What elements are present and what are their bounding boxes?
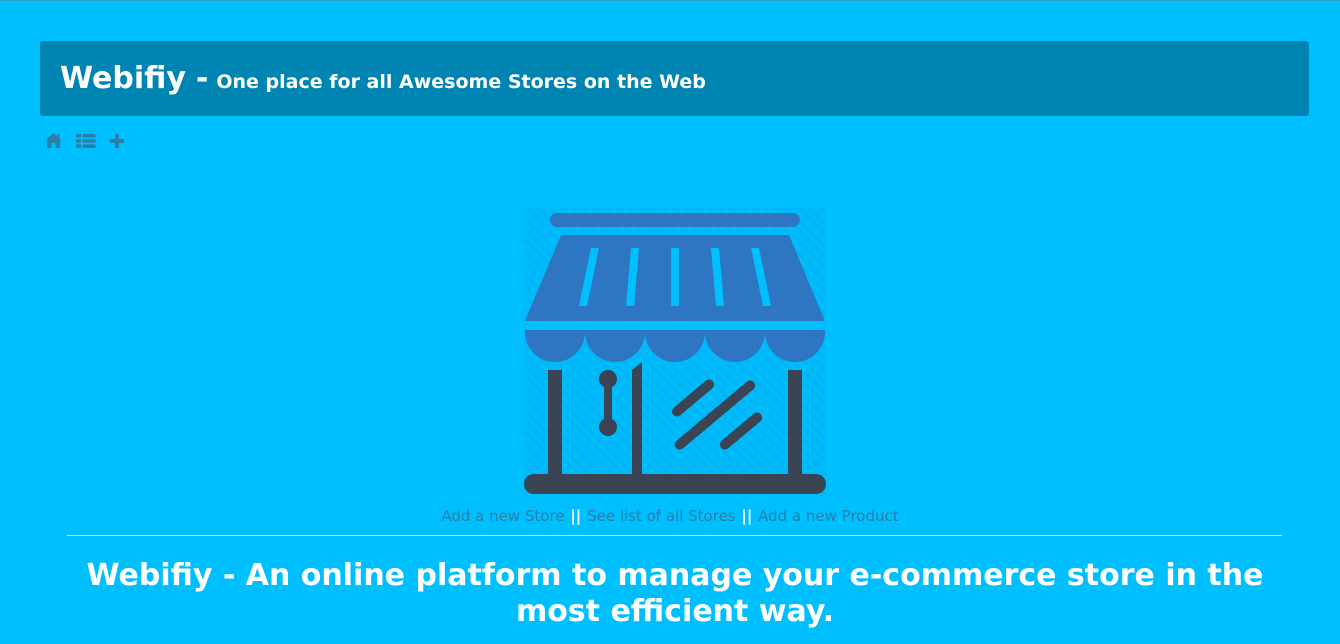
site-tagline: One place for all Awesome Stores on the … — [216, 70, 706, 93]
store-illustration — [524, 208, 826, 494]
site-brand[interactable]: Webifiy — [60, 61, 186, 96]
top-border — [0, 0, 1340, 1]
header-separator: - — [195, 61, 209, 96]
see-stores-link[interactable]: See list of all Stores — [587, 507, 736, 525]
icon-toolbar — [44, 132, 138, 153]
home-icon[interactable] — [44, 132, 63, 153]
site-header: Webifiy - One place for all Awesome Stor… — [40, 41, 1309, 116]
horizontal-divider — [67, 535, 1282, 536]
link-separator: || — [570, 507, 582, 525]
link-separator: || — [741, 507, 753, 525]
add-product-link[interactable]: Add a new Product — [758, 507, 899, 525]
page-headline: Webifiy - An online platform to manage y… — [86, 558, 1264, 629]
quick-links: Add a new Store || See list of all Store… — [0, 507, 1340, 525]
add-store-link[interactable]: Add a new Store — [441, 507, 564, 525]
store-roof-bar — [550, 213, 800, 227]
plus-icon[interactable] — [109, 133, 125, 153]
list-icon[interactable] — [76, 133, 96, 153]
